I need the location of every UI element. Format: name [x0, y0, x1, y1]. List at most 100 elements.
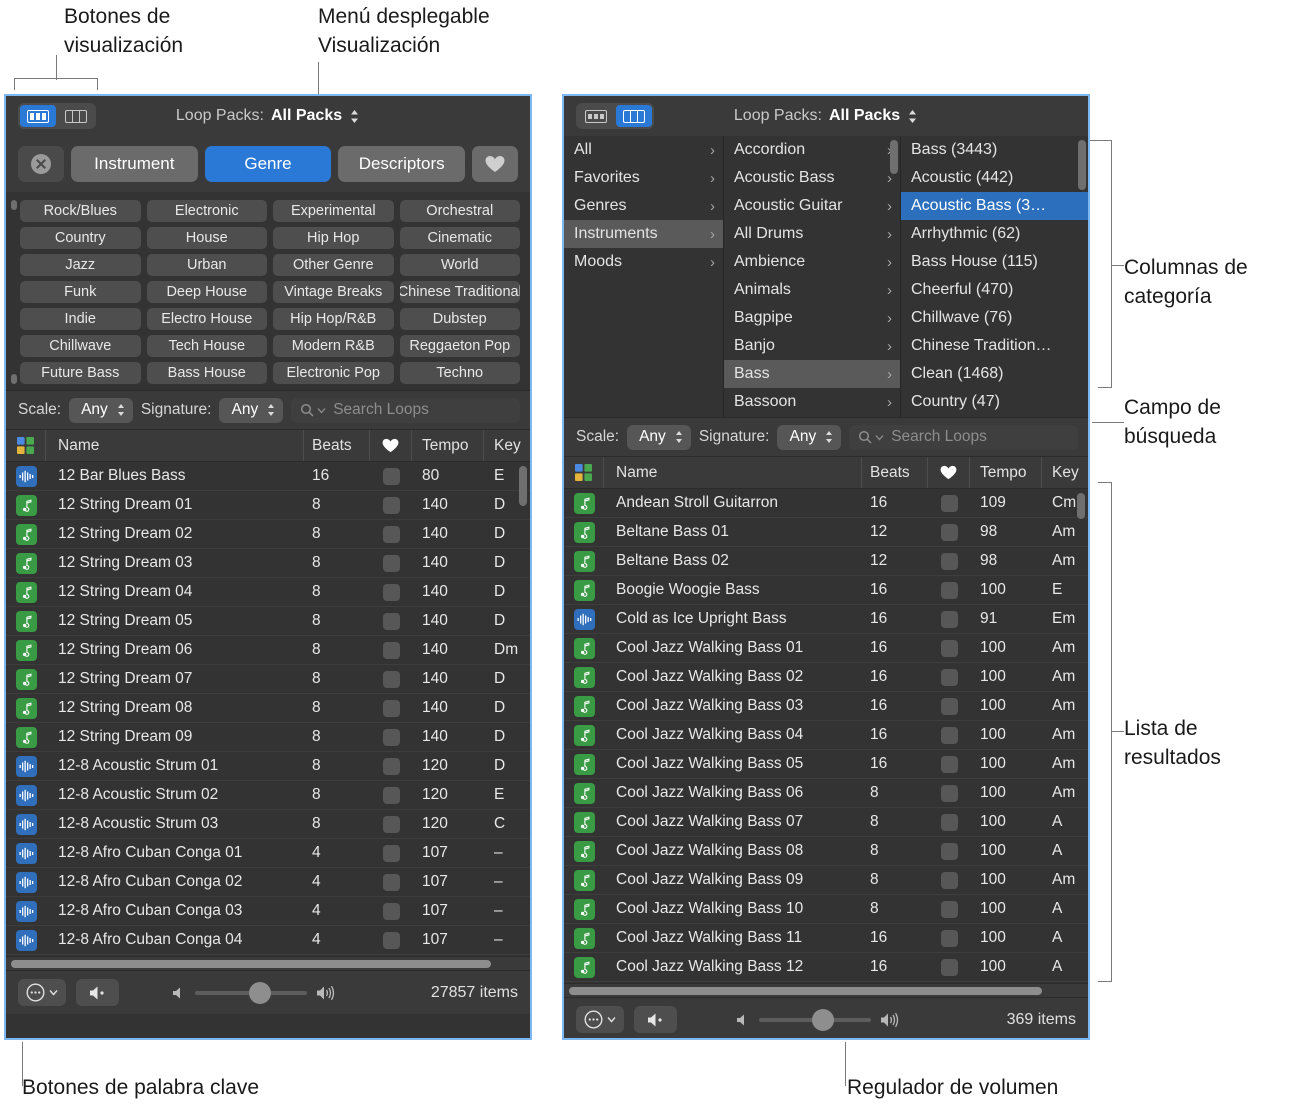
favorite-checkbox-box[interactable] — [940, 784, 958, 802]
left-action-menu-button[interactable] — [18, 979, 66, 1006]
favorite-checkbox-box[interactable] — [382, 525, 400, 543]
table-row[interactable]: Cool Jazz Walking Bass 05 16 100 Am — [564, 750, 1088, 779]
favorite-checkbox-box[interactable] — [382, 496, 400, 514]
favorite-checkbox-box[interactable] — [382, 554, 400, 572]
favorite-checkbox-box[interactable] — [382, 873, 400, 891]
favorite-checkbox[interactable] — [370, 670, 412, 688]
category-item[interactable]: All Drums › — [724, 220, 900, 248]
left-scale-popup[interactable]: Any — [69, 397, 133, 423]
category-item[interactable]: Instruments › — [564, 220, 723, 248]
genre-grid-scrollbar[interactable] — [11, 200, 17, 384]
table-row[interactable]: Cool Jazz Walking Bass 11 16 100 A — [564, 924, 1088, 953]
favorite-checkbox-box[interactable] — [940, 697, 958, 715]
favorite-checkbox-box[interactable] — [382, 757, 400, 775]
table-row[interactable]: 12-8 Afro Cuban Conga 04 4 107 – — [6, 926, 530, 955]
category-item[interactable]: Genres › — [564, 192, 723, 220]
table-row[interactable]: Beltane Bass 02 12 98 Am — [564, 547, 1088, 576]
table-row[interactable]: Beltane Bass 01 12 98 Am — [564, 518, 1088, 547]
genre-keyword-button[interactable]: Electronic — [146, 200, 267, 222]
keyword-tab-instrument[interactable]: Instrument — [71, 146, 198, 182]
category-item[interactable]: Bassoon › — [724, 388, 900, 416]
favorite-checkbox[interactable] — [370, 496, 412, 514]
category-column-2[interactable]: Accordion›Acoustic Bass›Acoustic Guitar›… — [724, 136, 901, 417]
right-th-favorite[interactable] — [928, 457, 970, 488]
genre-grid-scroll-thumb-top[interactable] — [11, 200, 17, 210]
category-item[interactable]: Chinese Tradition… — [901, 332, 1088, 360]
table-row[interactable]: 12 String Dream 06 8 140 Dm — [6, 636, 530, 665]
right-scale-popup[interactable]: Any — [627, 424, 691, 450]
table-row[interactable]: Cool Jazz Walking Bass 06 8 100 Am — [564, 779, 1088, 808]
genre-keyword-button[interactable]: Chillwave — [20, 335, 141, 357]
favorite-checkbox-box[interactable] — [382, 612, 400, 630]
genre-keyword-button[interactable]: World — [399, 254, 520, 276]
favorite-checkbox[interactable] — [370, 786, 412, 804]
favorite-checkbox[interactable] — [928, 784, 970, 802]
favorite-checkbox-box[interactable] — [940, 958, 958, 976]
genre-keyword-button[interactable]: Electro House — [146, 308, 267, 330]
left-volume-track[interactable] — [194, 981, 307, 1004]
favorite-checkbox-box[interactable] — [940, 726, 958, 744]
right-column-view-button[interactable] — [616, 105, 652, 127]
right-grid-view-button[interactable] — [578, 105, 614, 127]
genre-keyword-button[interactable]: Cinematic — [399, 227, 520, 249]
table-row[interactable]: 12-8 Acoustic Strum 02 8 120 E — [6, 781, 530, 810]
favorite-checkbox[interactable] — [928, 842, 970, 860]
category-item[interactable]: Acoustic Bass › — [724, 164, 900, 192]
table-row[interactable]: Cool Jazz Walking Bass 03 16 100 Am — [564, 692, 1088, 721]
reset-keywords-button[interactable] — [18, 146, 64, 182]
left-column-view-button[interactable] — [58, 105, 94, 127]
favorite-checkbox[interactable] — [928, 813, 970, 831]
right-volume-knob[interactable] — [812, 1008, 835, 1031]
left-th-key[interactable]: Key — [484, 430, 530, 461]
right-th-type[interactable] — [564, 457, 604, 488]
table-row[interactable]: 12 String Dream 05 8 140 D — [6, 607, 530, 636]
right-horizontal-scrollbar[interactable] — [564, 983, 1088, 997]
favorite-checkbox[interactable] — [370, 525, 412, 543]
favorite-checkbox-box[interactable] — [382, 699, 400, 717]
right-mute-button[interactable] — [634, 1006, 677, 1033]
left-volume-slider[interactable] — [172, 981, 336, 1004]
right-th-key[interactable]: Key — [1042, 457, 1088, 488]
left-search-input[interactable]: Search Loops — [291, 397, 520, 423]
genre-keyword-button[interactable]: Experimental — [273, 200, 394, 222]
table-row[interactable]: 12 String Dream 02 8 140 D — [6, 520, 530, 549]
favorite-checkbox-box[interactable] — [940, 929, 958, 947]
left-th-tempo[interactable]: Tempo — [412, 430, 484, 461]
favorite-checkbox[interactable] — [370, 728, 412, 746]
favorite-checkbox-box[interactable] — [940, 668, 958, 686]
genre-keyword-button[interactable]: Chinese Traditional — [399, 281, 520, 303]
favorite-checkbox-box[interactable] — [940, 813, 958, 831]
table-row[interactable]: 12-8 Afro Cuban Conga 01 4 107 – — [6, 839, 530, 868]
category-item[interactable]: Clean (1468) — [901, 360, 1088, 388]
genre-keyword-button[interactable]: House — [146, 227, 267, 249]
genre-keyword-button[interactable]: Hip Hop — [273, 227, 394, 249]
left-results-list[interactable]: 12 Bar Blues Bass 16 80 E 12 String Dream 01… — [6, 462, 530, 956]
left-horizontal-scrollbar[interactable] — [6, 956, 530, 970]
table-row[interactable]: Cool Jazz Walking Bass 04 16 100 Am — [564, 721, 1088, 750]
table-row[interactable]: Cool Jazz Walking Bass 12 16 100 A — [564, 953, 1088, 982]
right-vertical-scrollbar[interactable] — [1077, 493, 1085, 519]
table-row[interactable]: 12-8 Afro Cuban Conga 02 4 107 – — [6, 868, 530, 897]
right-loop-packs-chevron-icon[interactable] — [907, 109, 918, 124]
left-th-favorite[interactable] — [370, 430, 412, 461]
right-action-menu-button[interactable] — [576, 1006, 624, 1033]
category-item[interactable]: Bass House (115) — [901, 248, 1088, 276]
favorite-checkbox-box[interactable] — [382, 902, 400, 920]
category-item[interactable]: Animals › — [724, 276, 900, 304]
favorite-checkbox-box[interactable] — [940, 871, 958, 889]
favorite-checkbox[interactable] — [928, 581, 970, 599]
favorite-checkbox-box[interactable] — [382, 786, 400, 804]
favorite-checkbox[interactable] — [370, 757, 412, 775]
genre-keyword-button[interactable]: Funk — [20, 281, 141, 303]
right-volume-slider[interactable] — [736, 1008, 900, 1031]
right-volume-track[interactable] — [758, 1008, 871, 1031]
favorite-checkbox[interactable] — [928, 610, 970, 628]
table-row[interactable]: Andean Stroll Guitarron 16 109 Cm — [564, 489, 1088, 518]
right-signature-popup[interactable]: Any — [777, 424, 842, 450]
genre-keyword-button[interactable]: Urban — [146, 254, 267, 276]
genre-keyword-button[interactable]: Reggaeton Pop — [399, 335, 520, 357]
favorite-checkbox[interactable] — [928, 871, 970, 889]
favorite-checkbox[interactable] — [370, 873, 412, 891]
genre-keyword-button[interactable]: Rock/Blues — [20, 200, 141, 222]
genre-keyword-button[interactable]: Orchestral — [399, 200, 520, 222]
